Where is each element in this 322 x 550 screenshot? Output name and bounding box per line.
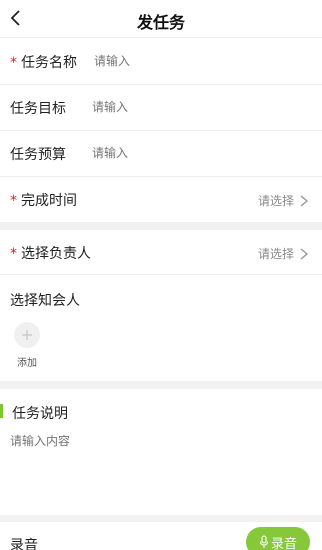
required-mark: * [10, 246, 17, 262]
header: 发任务 [0, 0, 322, 38]
finish-time-picker[interactable]: 请选择 [258, 192, 310, 209]
assignee-label: * 选择负责人 [10, 243, 91, 263]
assignee-picker[interactable]: 请选择 [258, 245, 310, 262]
finish-time-value: 请选择 [257, 194, 294, 208]
task-name-input[interactable] [94, 54, 244, 68]
required-mark: * [10, 193, 17, 209]
task-name-row: * 任务名称 [0, 39, 322, 84]
divider [0, 274, 322, 275]
section-gap [0, 515, 322, 522]
add-cc-button[interactable] [14, 322, 40, 348]
cc-label: 选择知会人 [10, 293, 80, 309]
record-button-label: 录音 [270, 536, 297, 550]
task-goal-input[interactable] [92, 100, 242, 114]
task-budget-label: 任务预算 [10, 147, 66, 163]
required-mark: * [10, 55, 17, 71]
task-name-label: * 任务名称 [10, 52, 77, 72]
assignee-value: 请选择 [257, 247, 294, 261]
task-goal-row: 任务目标 [0, 85, 322, 130]
page-title: 发任务 [136, 13, 185, 32]
recording-label: 录音 [10, 538, 38, 550]
assignee-label-text: 选择负责人 [21, 246, 91, 262]
record-button[interactable]: 录音 [246, 527, 310, 550]
description-input[interactable] [10, 432, 310, 502]
microphone-icon [259, 535, 269, 548]
add-cc-label: 添加 [17, 358, 37, 369]
task-name-label-text: 任务名称 [21, 55, 77, 71]
chevron-right-icon [300, 194, 309, 207]
plus-icon [22, 330, 32, 340]
finish-time-label-text: 完成时间 [21, 193, 77, 209]
section-accent-bar [0, 404, 3, 418]
finish-time-row[interactable]: * 完成时间 请选择 [0, 177, 322, 222]
section-gap [0, 381, 322, 389]
section-gap [0, 222, 322, 230]
assignee-row[interactable]: * 选择负责人 请选择 [0, 230, 322, 275]
task-budget-input[interactable] [92, 146, 242, 160]
task-goal-label: 任务目标 [10, 101, 66, 117]
chevron-right-icon [300, 247, 309, 260]
finish-time-label: * 完成时间 [10, 190, 77, 210]
task-budget-row: 任务预算 [0, 131, 322, 176]
description-label: 任务说明 [12, 406, 68, 422]
